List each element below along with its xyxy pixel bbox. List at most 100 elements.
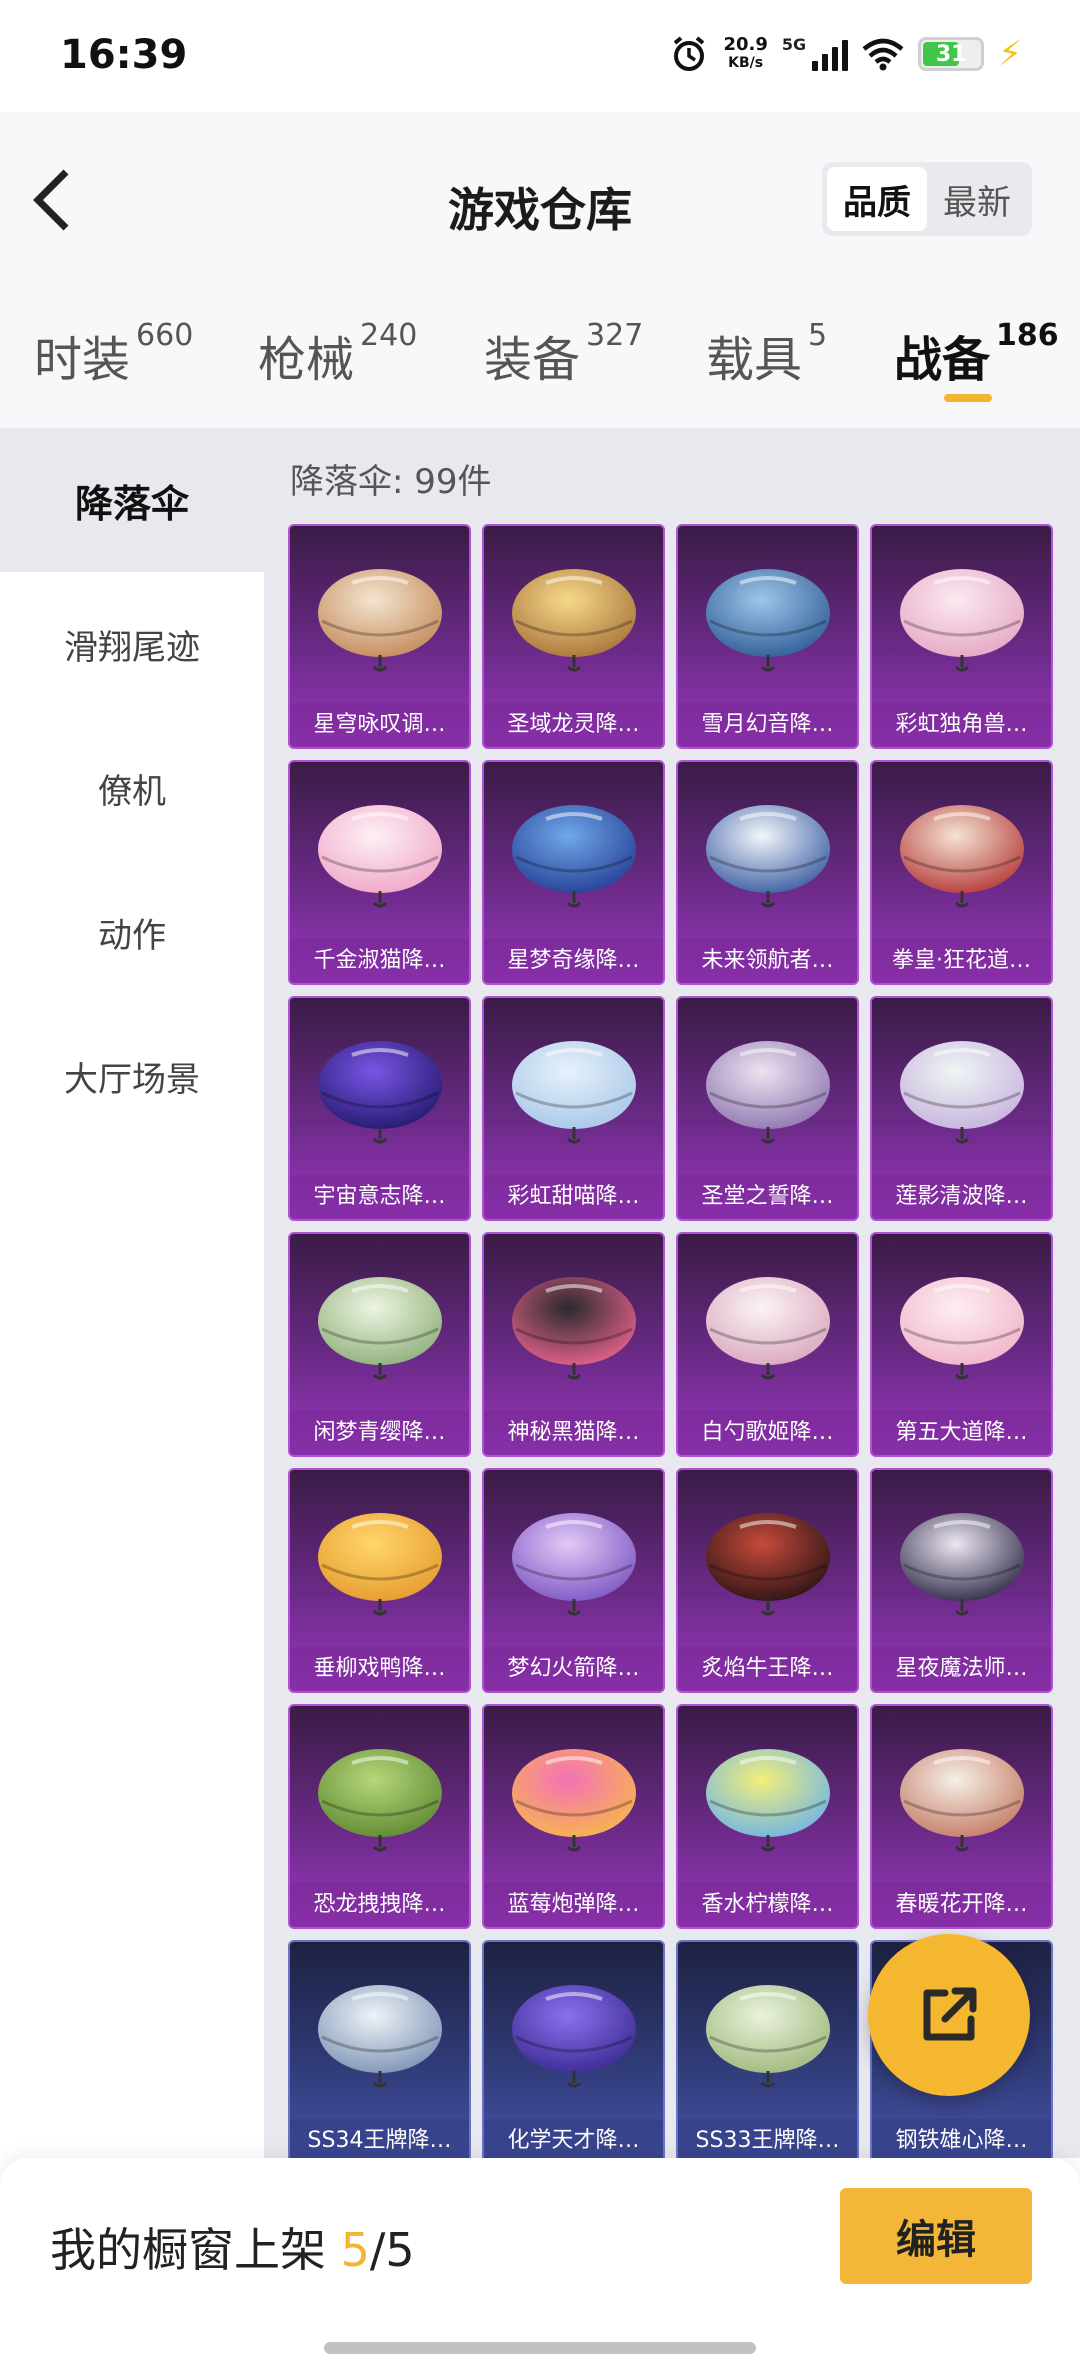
item-card[interactable]: 蓝莓炮弹降… <box>482 1704 665 1929</box>
item-name: 星穹咏叹调… <box>290 703 469 747</box>
item-name: 神秘黑猫降… <box>484 1411 663 1455</box>
item-name: 第五大道降… <box>872 1411 1051 1455</box>
parachute-icon <box>705 1277 830 1380</box>
wifi-icon <box>862 38 904 71</box>
parachute-icon <box>899 805 1024 908</box>
item-name: 拳皇·狂花道… <box>872 939 1051 983</box>
sort-toggle: 品质 最新 <box>822 162 1032 236</box>
tab-vehicles[interactable]: 载具 5 <box>706 318 827 390</box>
tab-weapons[interactable]: 枪械 240 <box>258 318 417 390</box>
category-tabs: 时装 660 枪械 240 装备 327 载具 5 战备 186 <box>0 288 1080 428</box>
parachute-icon <box>317 805 442 908</box>
item-card[interactable]: 闲梦青缨降… <box>288 1232 471 1457</box>
item-card[interactable]: 彩虹甜喵降… <box>482 996 665 1221</box>
item-name: 香水柠檬降… <box>678 1883 857 1927</box>
item-name: 闲梦青缨降… <box>290 1411 469 1455</box>
item-name: 星梦奇缘降… <box>484 939 663 983</box>
item-card[interactable]: 恐龙拽拽降… <box>288 1704 471 1929</box>
share-button[interactable] <box>868 1934 1030 2096</box>
item-card[interactable]: 拳皇·狂花道… <box>870 760 1053 985</box>
item-card[interactable]: 圣域龙灵降… <box>482 524 665 749</box>
parachute-icon <box>705 1513 830 1616</box>
parachute-icon <box>317 569 442 672</box>
item-card[interactable]: 千金淑猫降… <box>288 760 471 985</box>
header: 游戏仓库 品质 最新 <box>0 112 1080 288</box>
item-card[interactable]: 垂柳戏鸭降… <box>288 1468 471 1693</box>
parachute-icon <box>899 1513 1024 1616</box>
item-card[interactable]: 莲影清波降… <box>870 996 1053 1221</box>
item-grid: 星穹咏叹调… 圣域龙灵降… 雪月幻音降… 彩虹独角兽… 千金淑猫降… 星梦奇缘降… 未来领航… <box>288 524 1053 2158</box>
item-name: 恐龙拽拽降… <box>290 1883 469 1927</box>
side-item-emote[interactable]: 动作 <box>0 860 264 1004</box>
side-nav: 降落伞 滑翔尾迹 僚机 动作 大厅场景 <box>0 428 264 2158</box>
side-item-parachute[interactable]: 降落伞 <box>0 428 264 572</box>
item-card[interactable]: 香水柠檬降… <box>676 1704 859 1929</box>
status-bar: 16:39 20.9 KB/s 5G 31 ⚡ <box>0 0 1080 112</box>
item-card[interactable]: 炙焰牛王降… <box>676 1468 859 1693</box>
item-card[interactable]: 圣堂之誓降… <box>676 996 859 1221</box>
item-name: 垂柳戏鸭降… <box>290 1647 469 1691</box>
net-speed: 20.9 KB/s <box>723 34 768 72</box>
item-name: 宇宙意志降… <box>290 1175 469 1219</box>
item-card[interactable]: 第五大道降… <box>870 1232 1053 1457</box>
edit-button[interactable]: 编辑 <box>840 2188 1032 2284</box>
parachute-icon <box>511 1749 636 1852</box>
parachute-icon <box>511 1985 636 2088</box>
item-name: 千金淑猫降… <box>290 939 469 983</box>
item-card[interactable]: 白勺歌姬降… <box>676 1232 859 1457</box>
item-card[interactable]: 星梦奇缘降… <box>482 760 665 985</box>
item-card[interactable]: 化学天才降… <box>482 1940 665 2158</box>
sort-option-quality[interactable]: 品质 <box>827 167 927 231</box>
item-card[interactable]: 星穹咏叹调… <box>288 524 471 749</box>
item-content: 降落伞: 99件 星穹咏叹调… 圣域龙灵降… 雪月幻音降… 彩虹独角兽… 千金淑猫降… 星… <box>264 428 1080 2158</box>
parachute-icon <box>317 1985 442 2088</box>
parachute-icon <box>899 569 1024 672</box>
item-card[interactable]: 雪月幻音降… <box>676 524 859 749</box>
item-card[interactable]: SS33王牌降… <box>676 1940 859 2158</box>
tab-equipment[interactable]: 装备 327 <box>484 318 643 390</box>
parachute-icon <box>317 1749 442 1852</box>
side-item-lobby-scene[interactable]: 大厅场景 <box>0 1004 264 1148</box>
parachute-icon <box>511 569 636 672</box>
share-icon <box>923 1987 977 2041</box>
tab-battle-gear[interactable]: 战备 186 <box>894 318 1059 390</box>
item-name: 彩虹独角兽… <box>872 703 1051 747</box>
item-name: 钢铁雄心降… <box>872 2119 1051 2158</box>
item-count-label: 降落伞: 99件 <box>290 462 492 502</box>
item-name: 莲影清波降… <box>872 1175 1051 1219</box>
home-indicator[interactable] <box>324 2342 756 2354</box>
network-type: 5G <box>781 34 807 54</box>
item-card[interactable]: 星夜魔法师… <box>870 1468 1053 1693</box>
item-name: 未来领航者… <box>678 939 857 983</box>
item-card[interactable]: 春暖花开降… <box>870 1704 1053 1929</box>
item-name: 梦幻火箭降… <box>484 1647 663 1691</box>
item-card[interactable]: 梦幻火箭降… <box>482 1468 665 1693</box>
item-name: 白勺歌姬降… <box>678 1411 857 1455</box>
item-name: 圣域龙灵降… <box>484 703 663 747</box>
item-card[interactable]: SS34王牌降… <box>288 1940 471 2158</box>
item-name: SS33王牌降… <box>678 2119 857 2158</box>
item-name: 化学天才降… <box>484 2119 663 2158</box>
parachute-icon <box>899 1277 1024 1380</box>
tab-fashion[interactable]: 时装 660 <box>34 318 193 390</box>
parachute-icon <box>511 1277 636 1380</box>
sort-option-newest[interactable]: 最新 <box>927 167 1027 231</box>
item-card[interactable]: 宇宙意志降… <box>288 996 471 1221</box>
parachute-icon <box>705 1985 830 2088</box>
side-item-wingman[interactable]: 僚机 <box>0 716 264 860</box>
item-name: 春暖花开降… <box>872 1883 1051 1927</box>
item-name: 彩虹甜喵降… <box>484 1175 663 1219</box>
item-name: 炙焰牛王降… <box>678 1647 857 1691</box>
status-time: 16:39 <box>60 32 188 78</box>
item-card[interactable]: 彩虹独角兽… <box>870 524 1053 749</box>
item-card[interactable]: 神秘黑猫降… <box>482 1232 665 1457</box>
item-card[interactable]: 未来领航者… <box>676 760 859 985</box>
parachute-icon <box>511 805 636 908</box>
status-icons: 20.9 KB/s 5G 31 ⚡ <box>669 34 1022 74</box>
side-item-glide-trail[interactable]: 滑翔尾迹 <box>0 572 264 716</box>
showcase-status: 我的橱窗上架 5/5 <box>50 2223 415 2277</box>
bottom-bar: 我的橱窗上架 5/5 编辑 <box>0 2158 1080 2376</box>
item-name: 星夜魔法师… <box>872 1647 1051 1691</box>
charging-icon: ⚡ <box>998 34 1022 74</box>
parachute-icon <box>899 1041 1024 1144</box>
